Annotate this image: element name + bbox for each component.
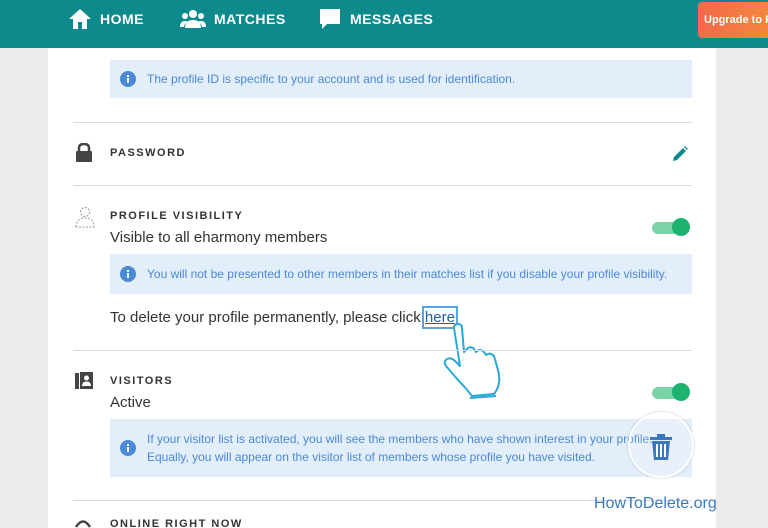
visitor-book-icon (75, 372, 93, 389)
pointing-hand-icon (443, 323, 501, 399)
online-icon (75, 520, 91, 528)
trash-icon[interactable] (650, 434, 672, 460)
visitors-toggle[interactable] (652, 383, 690, 401)
profile-id-info-text: The profile ID is specific to your accou… (147, 72, 516, 86)
nav-matches-label: MATCHES (214, 11, 286, 27)
visitors-title: VISITORS (110, 375, 174, 387)
info-icon (120, 71, 136, 87)
profile-visibility-toggle[interactable] (652, 218, 690, 236)
nav-home[interactable]: HOME (68, 0, 144, 38)
visitors-status: Active (110, 394, 151, 411)
visitors-info-line2: Equally, you will appear on the visitor … (147, 450, 595, 464)
lock-icon (76, 143, 92, 162)
profile-id-info-box: The profile ID is specific to your accou… (110, 60, 692, 98)
nav-matches[interactable]: MATCHES (180, 0, 286, 38)
visibility-info-box: You will not be presented to other membe… (110, 254, 692, 294)
password-title: PASSWORD (110, 147, 186, 159)
person-outline-icon (75, 207, 95, 228)
info-icon (120, 266, 136, 282)
divider (73, 122, 692, 123)
toggle-knob (672, 383, 690, 401)
online-now-title: ONLINE RIGHT NOW (110, 518, 243, 528)
nav-messages-label: MESSAGES (350, 11, 434, 27)
divider (73, 185, 692, 186)
upgrade-label: Upgrade to Pr (704, 14, 768, 26)
visitors-info-box: If your visitor list is activated, you w… (110, 419, 692, 477)
delete-profile-prefix: To delete your profile permanently, plea… (110, 309, 425, 326)
visitors-info-line1: If your visitor list is activated, you w… (147, 432, 653, 446)
chat-bubble-icon (320, 9, 340, 29)
upgrade-button[interactable]: Upgrade to Pr (698, 2, 768, 38)
visibility-info-text: You will not be presented to other membe… (147, 267, 668, 281)
watermark: HowToDelete.org (594, 495, 717, 512)
delete-profile-line: To delete your profile permanently, plea… (110, 306, 459, 329)
info-icon (120, 440, 136, 456)
top-nav-bar: HOME MATCHES MESSAGES Upgrade to Pr (0, 0, 768, 48)
profile-visibility-status: Visible to all eharmony members (110, 229, 328, 246)
home-icon (69, 9, 91, 29)
toggle-knob (672, 218, 690, 236)
people-icon (180, 10, 206, 28)
nav-home-label: HOME (100, 11, 144, 27)
divider (73, 350, 692, 351)
nav-messages[interactable]: MESSAGES (318, 0, 433, 38)
profile-visibility-title: PROFILE VISIBILITY (110, 210, 244, 222)
pencil-icon[interactable] (671, 145, 689, 163)
